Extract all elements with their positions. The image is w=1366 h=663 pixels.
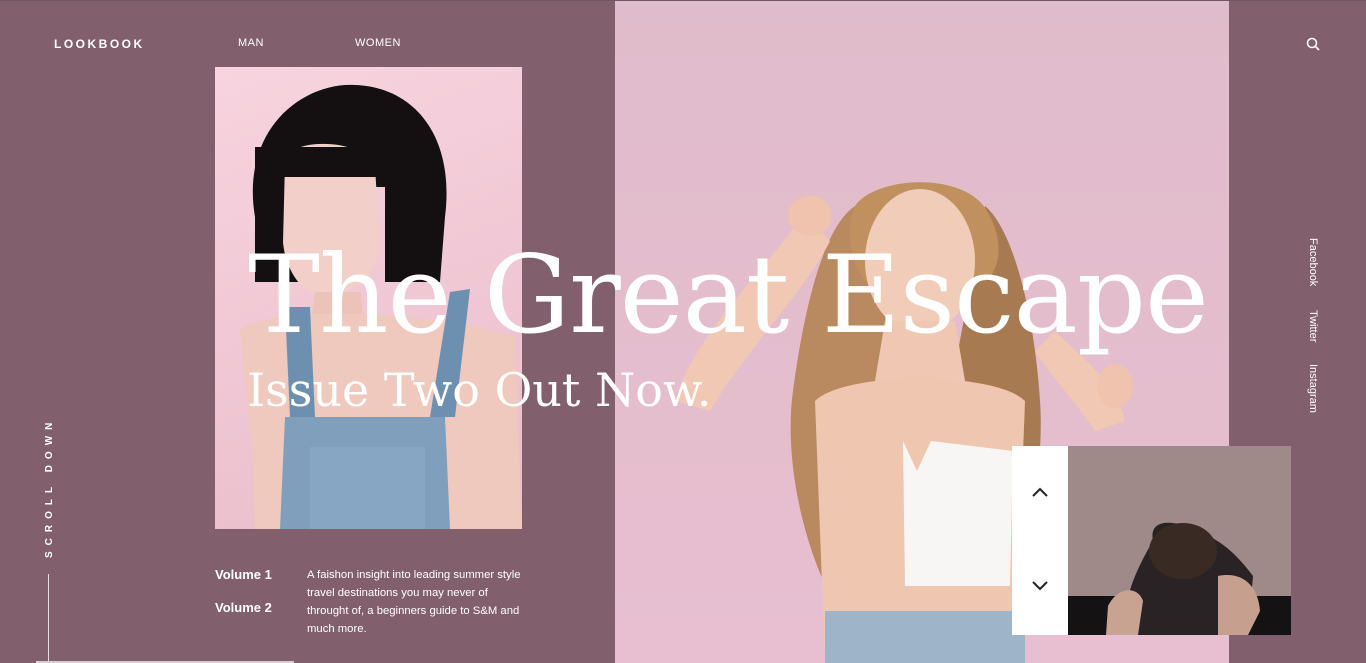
- search-icon[interactable]: [1306, 37, 1320, 51]
- volume-1-link[interactable]: Volume 1: [215, 567, 272, 582]
- hero-subtitle: Issue Two Out Now.: [247, 363, 712, 417]
- chevron-down-icon[interactable]: [1031, 576, 1049, 594]
- social-link-facebook[interactable]: Facebook: [1305, 238, 1323, 308]
- scroll-indicator-line: [48, 574, 49, 663]
- volume-2-link[interactable]: Volume 2: [215, 600, 272, 615]
- nav-women[interactable]: WOMEN: [355, 37, 401, 49]
- issue-description: A faishon insight into leading summer st…: [307, 569, 521, 635]
- slider-controls: [1012, 446, 1068, 635]
- next-slide-thumbnail[interactable]: [1068, 446, 1291, 635]
- nav-man[interactable]: MAN: [238, 37, 264, 49]
- chevron-up-icon[interactable]: [1031, 484, 1049, 502]
- hero-title: The Great Escape: [248, 233, 1209, 358]
- social-instagram-label[interactable]: Instagram: [1307, 364, 1319, 413]
- social-twitter-label[interactable]: Twitter: [1307, 310, 1319, 342]
- scroll-down-label[interactable]: SCROLL DOWN: [44, 417, 55, 558]
- social-facebook-label[interactable]: Facebook: [1307, 238, 1319, 286]
- social-link-instagram[interactable]: Instagram: [1305, 364, 1323, 434]
- brand-logo[interactable]: LOOKBOOK: [54, 37, 145, 51]
